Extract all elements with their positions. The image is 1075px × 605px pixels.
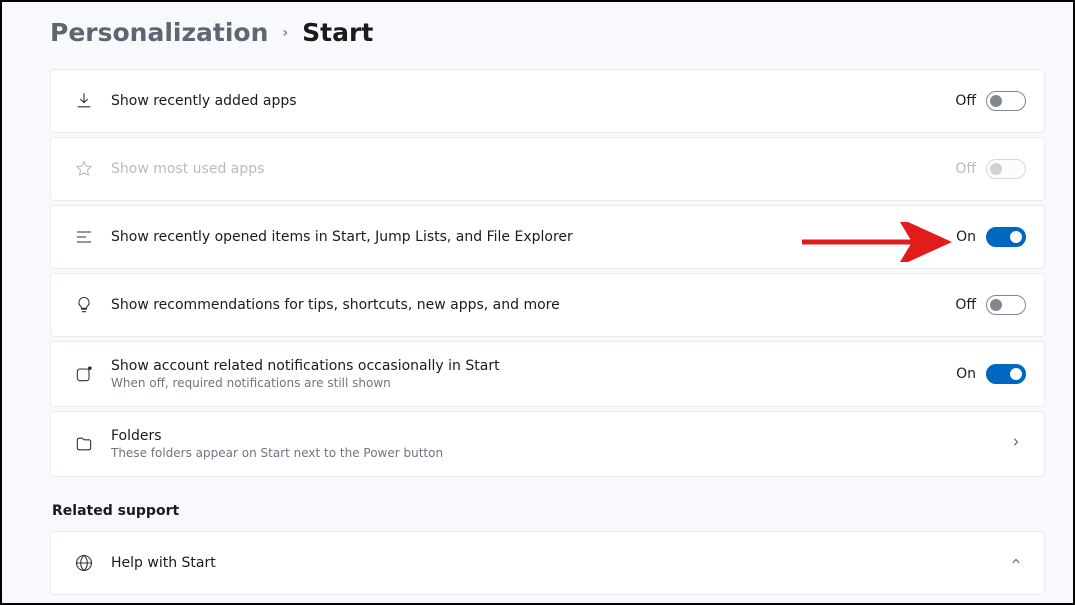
toggle-recently-added-apps[interactable] bbox=[986, 91, 1026, 111]
globe-icon bbox=[69, 553, 99, 573]
setting-folders[interactable]: Folders These folders appear on Start ne… bbox=[50, 411, 1045, 477]
breadcrumb: Personalization › Start bbox=[50, 18, 1045, 47]
setting-title: Folders bbox=[111, 428, 1006, 444]
toggle-state-label: On bbox=[956, 229, 976, 245]
setting-subtitle: When off, required notifications are sti… bbox=[111, 376, 956, 390]
toggle-state-label: On bbox=[956, 366, 976, 382]
chevron-up-icon bbox=[1006, 555, 1026, 571]
toggle-account-notifications[interactable] bbox=[986, 364, 1026, 384]
help-with-start[interactable]: Help with Start bbox=[50, 531, 1045, 595]
toggle-state-label: Off bbox=[955, 93, 976, 109]
list-icon bbox=[69, 227, 99, 247]
setting-title: Show recommendations for tips, shortcuts… bbox=[111, 297, 955, 313]
notification-square-icon bbox=[69, 364, 99, 384]
toggle-recently-opened-items[interactable] bbox=[986, 227, 1026, 247]
toggle-recommendations[interactable] bbox=[986, 295, 1026, 315]
breadcrumb-parent[interactable]: Personalization bbox=[50, 18, 268, 47]
chevron-right-icon bbox=[1006, 436, 1026, 452]
download-icon bbox=[69, 91, 99, 111]
setting-subtitle: These folders appear on Start next to th… bbox=[111, 446, 1006, 460]
related-support-heading: Related support bbox=[52, 503, 1045, 519]
toggle-state-label: Off bbox=[955, 297, 976, 313]
star-icon bbox=[69, 159, 99, 179]
toggle-most-used-apps bbox=[986, 159, 1026, 179]
setting-recently-opened-items: Show recently opened items in Start, Jum… bbox=[50, 205, 1045, 269]
help-title: Help with Start bbox=[111, 555, 1006, 571]
page-title: Start bbox=[302, 18, 373, 47]
setting-title: Show recently opened items in Start, Jum… bbox=[111, 229, 956, 245]
setting-recommendations: Show recommendations for tips, shortcuts… bbox=[50, 273, 1045, 337]
bulb-icon bbox=[69, 295, 99, 315]
setting-most-used-apps: Show most used apps Off bbox=[50, 137, 1045, 201]
toggle-state-label: Off bbox=[955, 161, 976, 177]
chevron-right-icon: › bbox=[282, 25, 288, 41]
setting-recently-added-apps: Show recently added apps Off bbox=[50, 69, 1045, 133]
folder-icon bbox=[69, 434, 99, 454]
setting-title: Show account related notifications occas… bbox=[111, 358, 956, 374]
setting-title: Show recently added apps bbox=[111, 93, 955, 109]
setting-title: Show most used apps bbox=[111, 161, 955, 177]
setting-account-notifications: Show account related notifications occas… bbox=[50, 341, 1045, 407]
